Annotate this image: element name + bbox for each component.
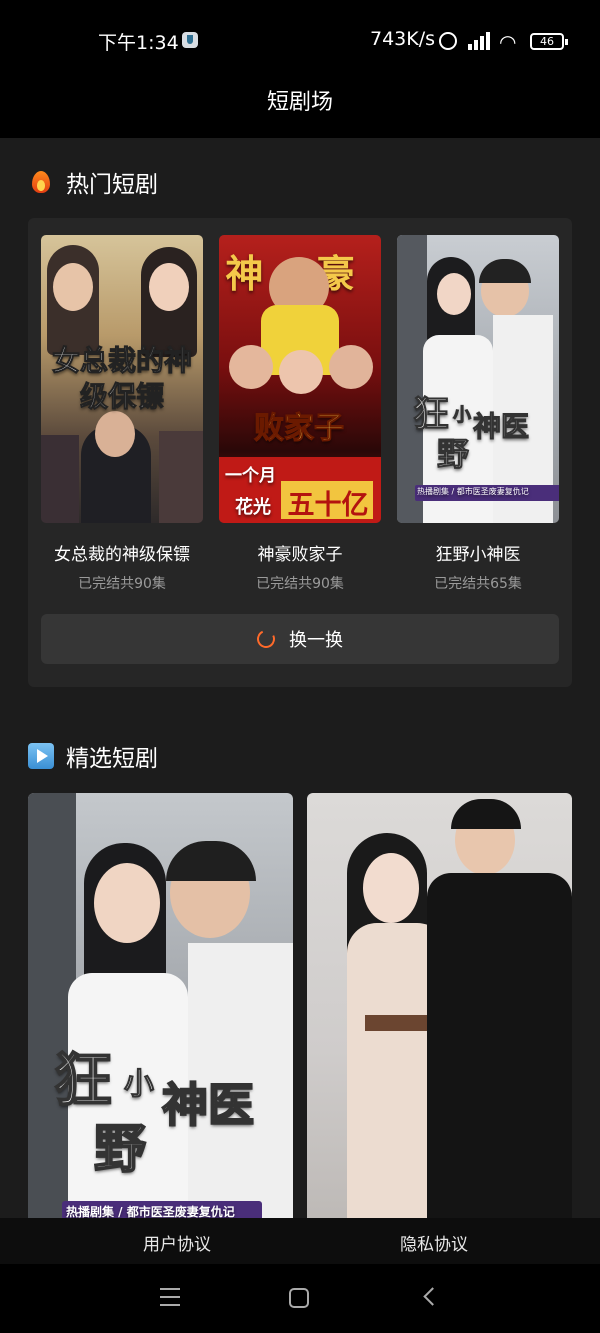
poster-char: 小 <box>453 405 472 427</box>
poster-char: 野 <box>436 435 470 474</box>
status-bar: 下午1:34 743K/s ◠ 46 <box>0 0 600 80</box>
drama-status: 已完结共90集 <box>256 576 344 592</box>
poster-char: 野 <box>93 1119 147 1181</box>
fire-icon <box>28 169 54 195</box>
drama-card[interactable]: 女总裁的神级保镖 女总裁的神级保镖 已完结共90集 <box>41 235 203 593</box>
home-icon[interactable] <box>289 1288 309 1308</box>
poster-char: 神医 <box>472 410 530 444</box>
refresh-label: 换一换 <box>289 630 343 651</box>
poster-tagline-small: 花光 <box>235 497 271 518</box>
drama-poster[interactable]: 狂 小 神医 野 热播剧集 / 都市医圣废妻复仇记 <box>397 235 559 523</box>
wifi-icon: ◠ <box>499 30 517 54</box>
battery-icon: 46 <box>530 33 568 50</box>
poster-char: 小 <box>124 1067 155 1103</box>
refresh-button[interactable]: 换一换 <box>41 614 559 664</box>
poster-tagline-big: 五十亿 <box>287 490 369 521</box>
featured-drama-card[interactable] <box>307 793 572 1218</box>
drama-status: 已完结共90集 <box>78 576 166 592</box>
menu-icon[interactable] <box>160 1288 180 1306</box>
poster-tag: 热播剧集 / 都市医圣废妻复仇记 <box>417 487 529 496</box>
poster-char: 狂 <box>53 1045 113 1115</box>
drama-title[interactable]: 神豪败家子 <box>219 540 381 565</box>
poster-subtitle: 败家子 <box>254 411 345 447</box>
poster-tag: 热播剧集 / 都市医圣废妻复仇记 <box>66 1205 235 1218</box>
main-content[interactable]: 热门短剧 女总裁的神级保镖 女总裁的神级保镖 已完结共90集 神 豪 败家子 一… <box>0 138 600 1218</box>
status-time: 下午1:34 <box>98 32 179 54</box>
drama-title[interactable]: 狂野小神医 <box>397 540 559 565</box>
back-icon[interactable] <box>423 1287 442 1306</box>
selected-section-header: 精选短剧 <box>28 738 158 774</box>
shield-icon <box>182 32 198 48</box>
network-speed: 743K/s <box>370 28 436 50</box>
app-header: 短剧场 <box>0 80 600 138</box>
play-icon <box>28 743 54 769</box>
drama-card[interactable]: 狂 小 神医 野 热播剧集 / 都市医圣废妻复仇记 狂野小神医 已完结共65集 <box>397 235 559 593</box>
featured-drama-card[interactable]: 狂 小 神医 野 热播剧集 / 都市医圣废妻复仇记 <box>28 793 293 1218</box>
drama-card[interactable]: 神 豪 败家子 一个月 花光 五十亿 神豪败家子 已完结共90集 <box>219 235 381 593</box>
selected-section-title: 精选短剧 <box>66 746 158 772</box>
drama-status: 已完结共65集 <box>434 576 522 592</box>
privacy-policy-link[interactable]: 隐私协议 <box>400 1230 468 1255</box>
alarm-icon <box>439 32 457 50</box>
footer-links: 用户协议 隐私协议 <box>0 1218 600 1264</box>
hot-section-title: 热门短剧 <box>66 172 158 198</box>
signal-icon <box>464 30 492 50</box>
poster-title: 女总裁的神级保镖 <box>51 344 192 414</box>
drama-poster[interactable]: 神 豪 败家子 一个月 花光 五十亿 <box>219 235 381 523</box>
user-agreement-link[interactable]: 用户协议 <box>143 1230 211 1255</box>
system-nav-bar <box>0 1264 600 1333</box>
hot-section-header: 热门短剧 <box>28 164 158 200</box>
refresh-icon <box>254 627 278 651</box>
hot-dramas-panel: 女总裁的神级保镖 女总裁的神级保镖 已完结共90集 神 豪 败家子 一个月 花光… <box>28 218 572 687</box>
poster-tagline: 一个月 <box>225 466 276 486</box>
poster-char: 神医 <box>161 1077 255 1133</box>
page-title: 短剧场 <box>266 90 333 115</box>
drama-title[interactable]: 女总裁的神级保镖 <box>41 540 203 565</box>
drama-poster[interactable]: 女总裁的神级保镖 <box>41 235 203 523</box>
